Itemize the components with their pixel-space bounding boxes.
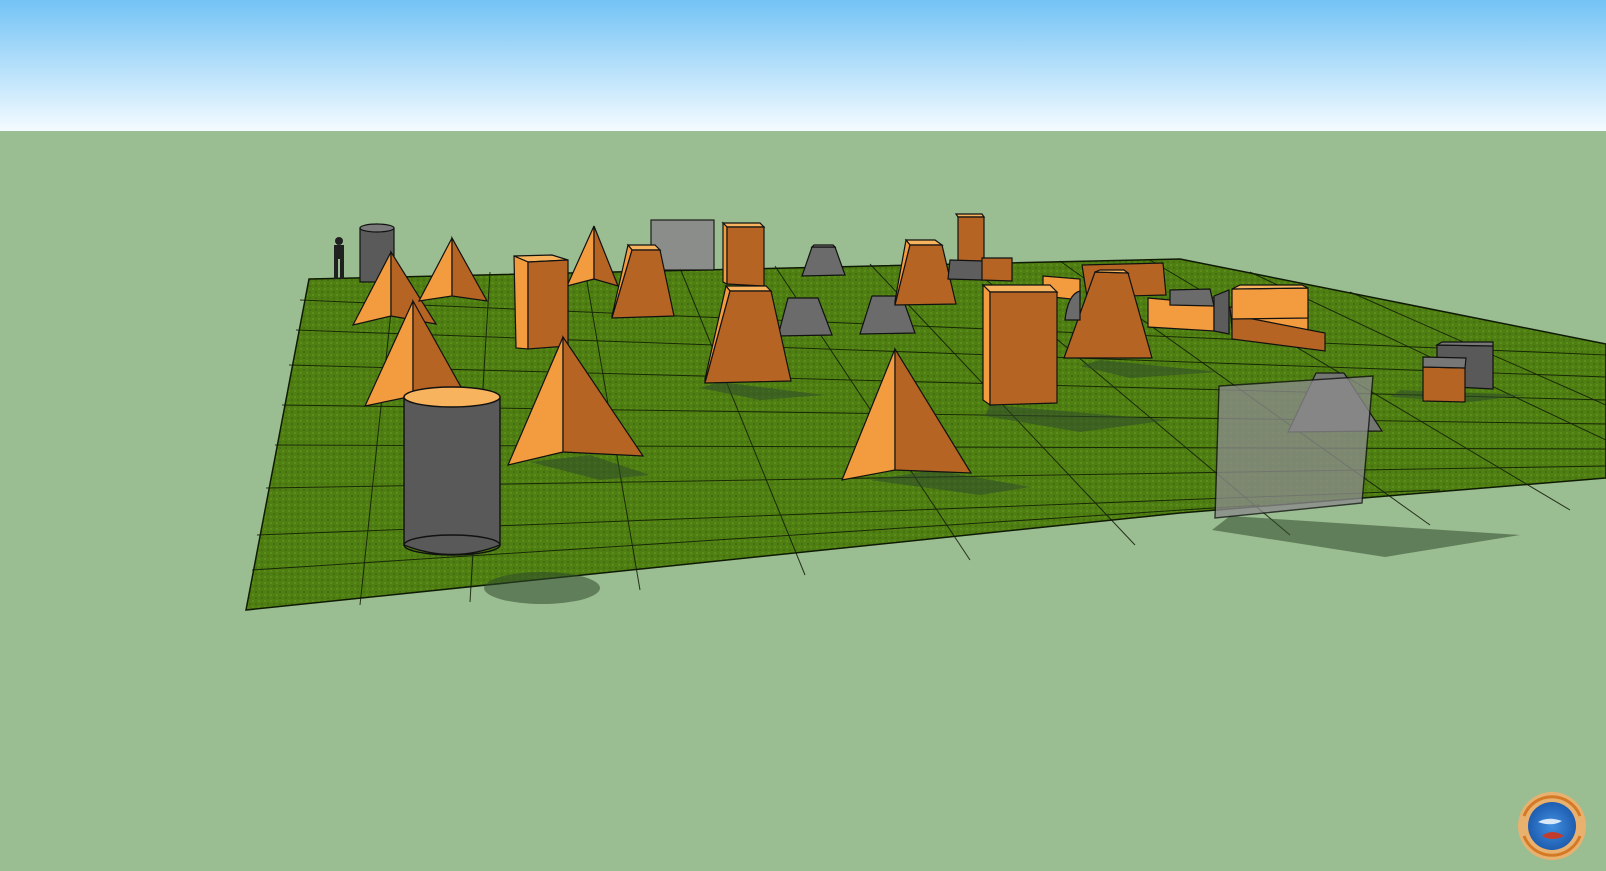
watermark-logo-icon (1518, 792, 1586, 860)
3d-scene-viewport (0, 0, 1606, 871)
orange-box-back-left (513, 254, 569, 350)
gray-cylinder-front (403, 386, 501, 556)
orange-box-right-cluster (1231, 284, 1309, 320)
orange-box-far-right (1422, 356, 1467, 403)
orange-box-tall-right (981, 283, 1059, 407)
orange-box-tall-center (721, 221, 766, 287)
glass-panel-front (1214, 375, 1374, 519)
scene-canvas (0, 0, 1606, 871)
orange-box-narrow-back (954, 213, 986, 265)
sky (0, 0, 1606, 131)
gray-blocks-back (947, 257, 1013, 282)
